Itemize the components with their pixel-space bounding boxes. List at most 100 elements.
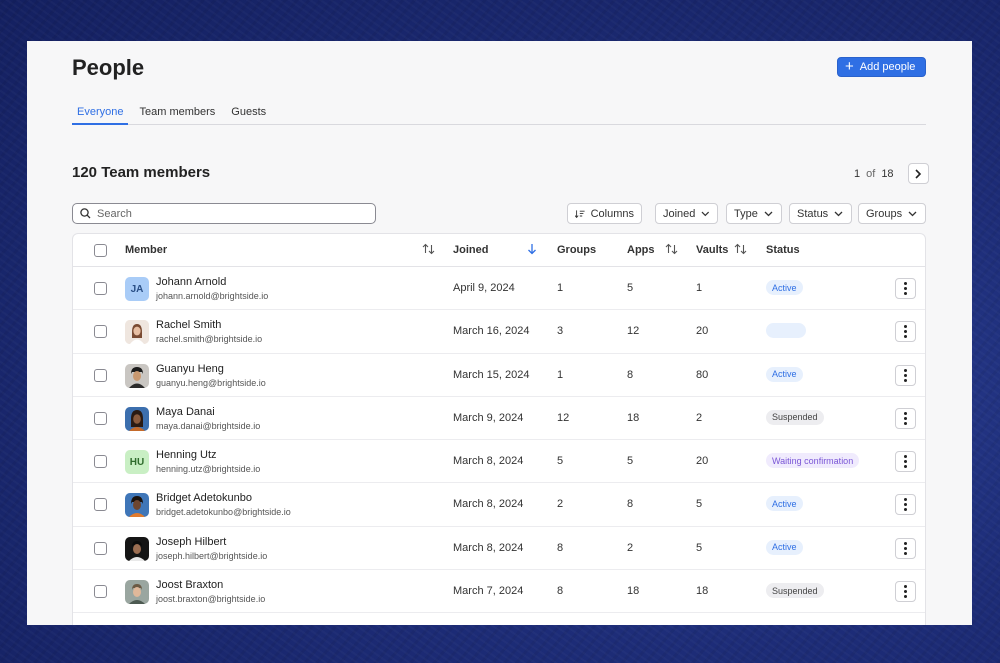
- avatar: [125, 320, 149, 345]
- person-photo-icon: [125, 493, 149, 518]
- joined-column-header[interactable]: Joined: [453, 244, 488, 256]
- page-current: 1: [854, 167, 861, 180]
- plus-icon: +: [845, 58, 854, 75]
- member-email: joseph.hilbert@brightside.io: [156, 550, 268, 561]
- member-name: Bridget Adetokunbo: [156, 492, 253, 505]
- joined-date: March 8, 2024: [453, 455, 524, 468]
- groups-count: 2: [557, 498, 564, 511]
- status-filter[interactable]: Status: [789, 203, 852, 224]
- person-photo-icon: [125, 536, 149, 561]
- row-menu-button[interactable]: [895, 581, 916, 603]
- sort-icon[interactable]: [734, 243, 747, 255]
- groups-count: 1: [557, 282, 564, 294]
- status-badge: [766, 323, 806, 339]
- apps-column-header[interactable]: Apps: [627, 244, 655, 256]
- sort-lines-icon: [575, 209, 585, 218]
- avatar: [125, 406, 149, 431]
- apps-count: 5: [627, 455, 634, 468]
- apps-count: 18: [627, 411, 640, 424]
- status-badge: Active: [766, 366, 803, 382]
- joined-date: March 16, 2024: [453, 325, 530, 338]
- chevron-down-icon: [764, 211, 773, 216]
- member-email: guanyu.heng@brightside.io: [156, 377, 266, 388]
- row-menu-button[interactable]: [895, 451, 916, 473]
- member-name: Rachel Smith: [156, 319, 222, 332]
- avatar: HU: [125, 450, 149, 475]
- search-icon: [80, 208, 91, 219]
- row-menu-button[interactable]: [895, 321, 916, 343]
- chevron-right-icon: [915, 168, 922, 179]
- row-menu-button[interactable]: [895, 537, 916, 559]
- type-filter-label: Type: [734, 207, 758, 220]
- status-column-header[interactable]: Status: [766, 244, 800, 256]
- person-photo-icon: [125, 406, 149, 431]
- avatar: [125, 536, 149, 561]
- tab-guests[interactable]: Guests: [226, 101, 271, 125]
- vaults-count: 5: [696, 498, 703, 511]
- vaults-count: 2: [696, 411, 703, 424]
- row-menu-button[interactable]: [895, 494, 916, 516]
- member-column-header[interactable]: Member: [125, 244, 167, 256]
- select-all-checkbox[interactable]: [94, 244, 107, 257]
- table-row[interactable]: Joost Braxton joost.braxton@brightside.i…: [73, 570, 925, 614]
- groups-filter[interactable]: Groups: [858, 203, 926, 224]
- row-checkbox[interactable]: [94, 498, 107, 512]
- tab-team-members[interactable]: Team members: [134, 101, 220, 125]
- member-email: bridget.adetokunbo@brightside.io: [156, 507, 291, 518]
- table-row[interactable]: Maya Danai maya.danai@brightside.io Marc…: [73, 397, 925, 441]
- row-menu-button[interactable]: [895, 364, 916, 386]
- joined-filter-label: Joined: [663, 207, 696, 220]
- pagination: 1 of 18: [854, 163, 929, 184]
- section-title: 120 Team members: [72, 164, 211, 181]
- add-people-label: Add people: [859, 61, 916, 73]
- chevron-down-icon: [908, 211, 917, 216]
- sort-icon[interactable]: [665, 243, 678, 255]
- arrow-down-icon[interactable]: [527, 243, 537, 255]
- sort-icon[interactable]: [422, 243, 435, 255]
- member-email: joost.braxton@brightside.io: [156, 594, 266, 605]
- row-checkbox[interactable]: [94, 541, 107, 555]
- table-row[interactable]: Joseph Hilbert joseph.hilbert@brightside…: [73, 527, 925, 571]
- table-row[interactable]: Rachel Smith rachel.smith@brightside.io …: [73, 310, 925, 354]
- table-row[interactable]: Bridget Adetokunbo bridget.adetokunbo@br…: [73, 483, 925, 527]
- row-checkbox[interactable]: [94, 411, 107, 425]
- groups-count: 1: [557, 368, 564, 381]
- member-name: Guanyu Heng: [156, 362, 224, 375]
- avatar: [125, 493, 149, 518]
- joined-filter[interactable]: Joined: [655, 203, 718, 224]
- apps-count: 12: [627, 325, 640, 338]
- person-photo-icon: [125, 320, 149, 345]
- apps-count: 18: [627, 585, 640, 598]
- apps-count: 8: [627, 368, 634, 381]
- table-row[interactable]: HU Henning Utz henning.utz@brightside.io…: [73, 440, 925, 484]
- search-input[interactable]: [97, 207, 357, 220]
- row-checkbox[interactable]: [94, 585, 107, 599]
- next-page-button[interactable]: [907, 163, 929, 184]
- table-row[interactable]: JA Johann Arnold johann.arnold@brightsid…: [73, 267, 925, 311]
- row-checkbox[interactable]: [94, 368, 107, 382]
- type-filter[interactable]: Type: [726, 203, 782, 224]
- row-checkbox[interactable]: [94, 325, 107, 339]
- page-of: of: [866, 167, 876, 180]
- row-menu-button[interactable]: [895, 407, 916, 429]
- groups-count: 8: [557, 541, 564, 554]
- avatar: JA: [125, 277, 149, 301]
- vaults-column-header[interactable]: Vaults: [696, 244, 728, 256]
- groups-count: 12: [557, 411, 570, 424]
- members-table: Member Joined Groups Apps Vaults Status …: [72, 233, 926, 625]
- groups-count: 5: [557, 455, 564, 468]
- joined-date: March 7, 2024: [453, 585, 524, 598]
- columns-button[interactable]: Columns: [567, 203, 642, 224]
- vaults-count: 1: [696, 282, 703, 294]
- joined-date: March 8, 2024: [453, 498, 524, 511]
- add-people-button[interactable]: + Add people: [837, 57, 926, 77]
- table-row[interactable]: Guanyu Heng guanyu.heng@brightside.io Ma…: [73, 354, 925, 397]
- groups-column-header[interactable]: Groups: [557, 244, 596, 256]
- columns-label: Columns: [590, 207, 634, 220]
- row-checkbox[interactable]: [94, 455, 107, 469]
- groups-count: 3: [557, 325, 564, 338]
- row-checkbox[interactable]: [94, 282, 107, 295]
- row-menu-button[interactable]: [895, 278, 916, 299]
- tab-everyone[interactable]: Everyone: [72, 101, 129, 125]
- search-box: [72, 203, 376, 224]
